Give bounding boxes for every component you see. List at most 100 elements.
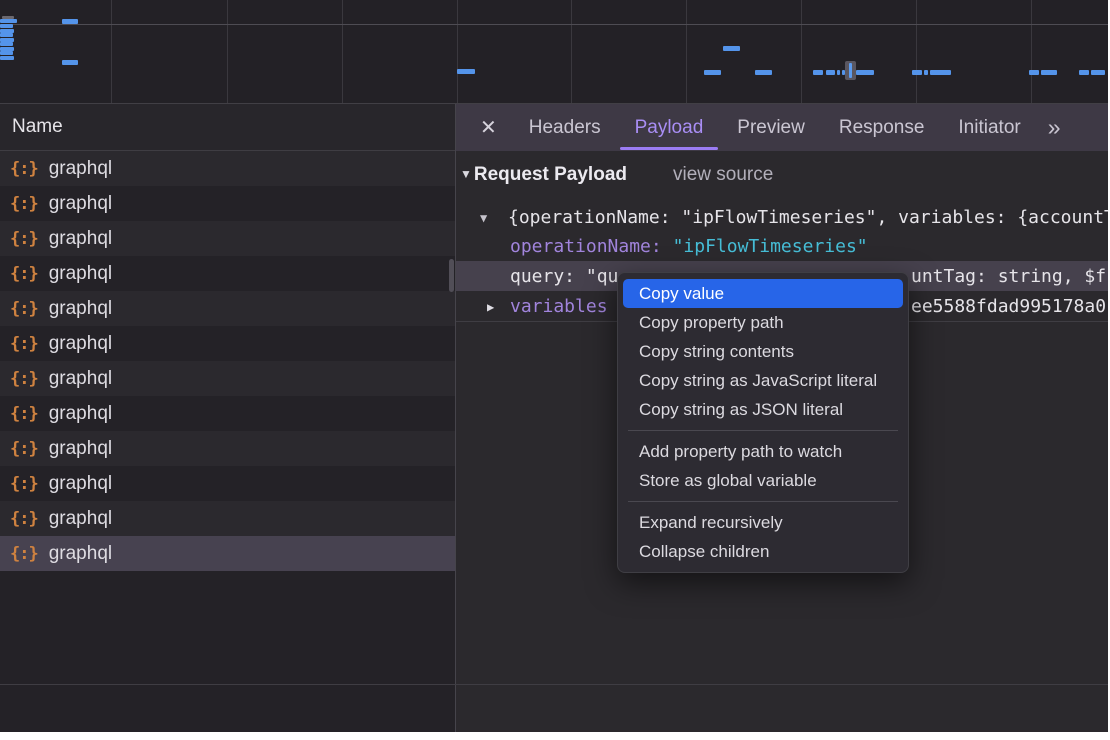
json-request-icon: {:} <box>10 299 38 319</box>
expand-arrow-icon[interactable]: ▶ <box>487 300 494 314</box>
request-timing-bar <box>704 70 721 75</box>
payload-object-preview: {operationName: "ipFlowTimeseries", vari… <box>456 207 1108 228</box>
request-row[interactable]: {:}graphql <box>0 151 455 186</box>
request-row[interactable]: {:} graphql <box>0 221 455 256</box>
request-payload-header: ▼ Request Payload view source <box>460 164 773 186</box>
panel-divider[interactable] <box>455 104 456 732</box>
property-value-right: untTag: string, $f <box>911 261 1106 291</box>
request-timing-bar <box>1091 70 1105 75</box>
overview-marker-line <box>849 63 852 78</box>
request-timing-bar <box>837 70 840 75</box>
detail-tabbar: ✕ Headers Payload Preview Response Initiator… <box>456 104 1108 151</box>
menu-item-store-as-global-variable[interactable]: Store as global variable <box>623 466 903 495</box>
request-row[interactable]: {:}graphql <box>0 396 455 431</box>
json-request-icon: {:} <box>10 404 38 424</box>
tab-preview[interactable]: Preview <box>737 117 805 139</box>
overview-gridline <box>111 0 112 103</box>
menu-separator <box>628 430 898 431</box>
request-row[interactable]: {:} graphql <box>0 186 455 221</box>
tab-headers[interactable]: Headers <box>529 117 601 139</box>
request-timing-bar <box>856 70 874 75</box>
overview-gridline <box>571 0 572 103</box>
json-request-icon: {:} <box>10 544 38 564</box>
view-source-link[interactable]: view source <box>673 164 773 186</box>
request-name: graphql <box>49 368 112 390</box>
request-row[interactable]: {:} graphql <box>0 326 455 361</box>
context-menu: Copy valueCopy property pathCopy string … <box>617 272 909 573</box>
request-row[interactable]: {:} graphql <box>0 501 455 536</box>
request-name: graphql <box>49 333 112 355</box>
request-name: graphql <box>49 263 112 285</box>
request-name: graphql <box>49 158 112 180</box>
property-value-left: "qu <box>586 266 619 287</box>
menu-item-copy-value[interactable]: Copy value <box>623 279 903 308</box>
request-name: graphql <box>49 508 112 530</box>
request-row[interactable]: {:} graphql <box>0 361 455 396</box>
property-key: query: <box>510 266 586 287</box>
json-request-icon: {:} <box>10 369 38 389</box>
request-timing-bar <box>62 19 78 24</box>
request-row[interactable]: {:} graphql <box>0 536 455 571</box>
operation-name-row[interactable]: operationName: "ipFlowTimeseries" <box>456 232 1108 261</box>
request-timing-bar <box>813 70 823 75</box>
property-key: variables <box>456 296 608 317</box>
request-name: graphql <box>49 473 112 495</box>
payload-root-row[interactable]: ▼ {operationName: "ipFlowTimeseries", va… <box>456 203 1108 232</box>
property-key: operationName: <box>510 236 673 257</box>
request-name: graphql <box>49 193 112 215</box>
request-timing-bar <box>930 70 951 75</box>
request-timing-bar <box>826 70 835 75</box>
json-request-icon: {:} <box>10 264 38 284</box>
request-row[interactable]: {:} graphql <box>0 431 455 466</box>
request-timing-bar <box>457 69 475 74</box>
request-row[interactable]: {:} graphql <box>0 256 455 291</box>
collapse-arrow-icon[interactable]: ▼ <box>480 211 487 225</box>
menu-item-copy-string-contents[interactable]: Copy string contents <box>623 337 903 366</box>
request-row[interactable]: {:} graphql <box>0 291 455 326</box>
tab-initiator[interactable]: Initiator <box>958 117 1020 139</box>
request-timing-bar <box>0 51 13 55</box>
menu-item-copy-string-as-json-literal[interactable]: Copy string as JSON literal <box>623 395 903 424</box>
menu-item-add-property-path-to-watch[interactable]: Add property path to watch <box>623 437 903 466</box>
property-value: "ipFlowTimeseries" <box>673 236 868 257</box>
request-row[interactable]: {:} graphql <box>0 466 455 501</box>
request-timing-bar <box>0 19 17 23</box>
name-column-header[interactable]: Name <box>0 104 455 151</box>
tab-response[interactable]: Response <box>839 117 925 139</box>
request-timing-bar <box>723 46 740 51</box>
request-timing-bar <box>755 70 772 75</box>
more-tabs-icon[interactable]: » <box>1048 114 1059 141</box>
json-request-icon: {:} <box>10 334 38 354</box>
request-name: graphql <box>49 438 112 460</box>
request-name: graphql <box>49 543 112 565</box>
json-request-icon: {:} <box>10 194 38 214</box>
network-overview-strip[interactable] <box>0 0 1108 104</box>
menu-item-copy-property-path[interactable]: Copy property path <box>623 308 903 337</box>
menu-item-expand-recursively[interactable]: Expand recursively <box>623 508 903 537</box>
overview-gridline <box>227 0 228 103</box>
json-request-icon: {:} <box>10 509 38 529</box>
menu-item-collapse-children[interactable]: Collapse children <box>623 537 903 566</box>
overview-baseline <box>0 24 1108 25</box>
request-name: graphql <box>49 298 112 320</box>
request-timing-bar <box>0 24 13 28</box>
request-timing-bar <box>924 70 928 75</box>
request-timing-bar <box>1041 70 1057 75</box>
close-icon[interactable]: ✕ <box>480 115 497 140</box>
footer-divider <box>0 684 1108 685</box>
menu-item-copy-string-as-javascript-literal[interactable]: Copy string as JavaScript literal <box>623 366 903 395</box>
request-timing-bar <box>912 70 922 75</box>
json-request-icon: {:} <box>10 439 38 459</box>
json-request-icon: {:} <box>10 474 38 494</box>
overview-gridline <box>342 0 343 103</box>
request-timing-bar <box>0 42 13 46</box>
request-name: graphql <box>49 228 112 250</box>
overview-gridline <box>1031 0 1032 103</box>
list-scrollbar-thumb[interactable] <box>449 259 454 292</box>
tab-payload[interactable]: Payload <box>635 117 704 139</box>
collapse-arrow-icon[interactable]: ▼ <box>460 167 472 181</box>
json-request-icon: {:} <box>10 229 38 249</box>
overview-gridline <box>801 0 802 103</box>
request-timing-bar <box>0 33 13 37</box>
overview-gridline <box>916 0 917 103</box>
